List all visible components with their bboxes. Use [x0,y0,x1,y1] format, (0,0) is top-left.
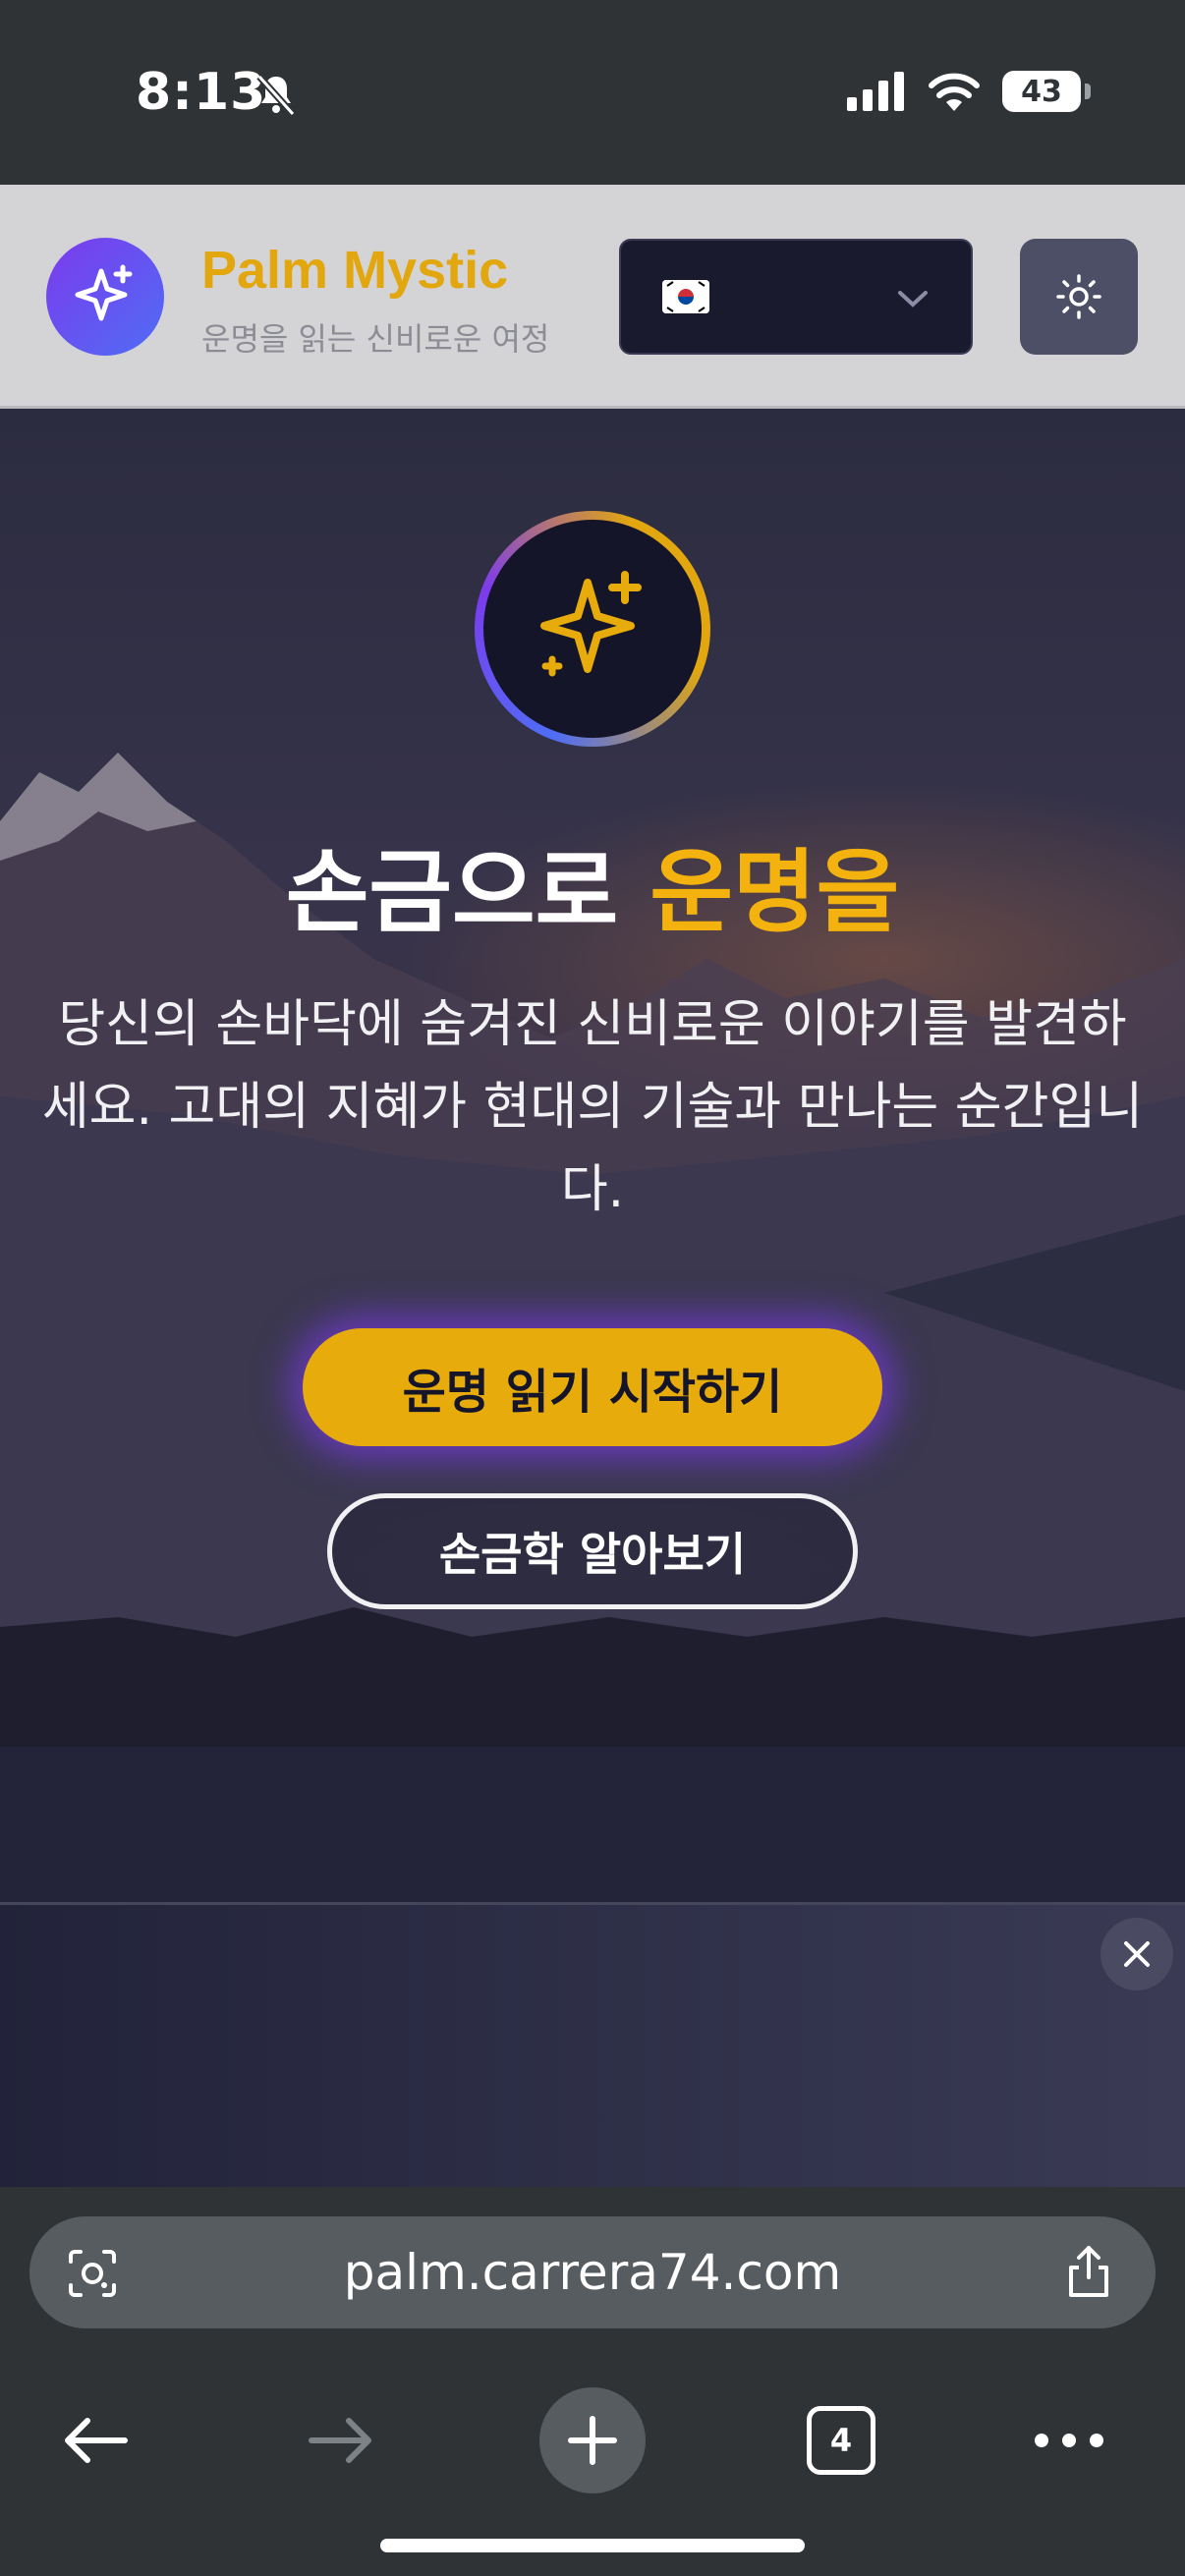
cellular-signal-icon [847,72,904,111]
language-select[interactable] [619,239,973,355]
hero-section: 손금으로 운명을 당신의 손바닥에 숨겨진 신비로운 이야기를 발견하세요. 고… [0,409,1185,1747]
learn-palmistry-button[interactable]: 손금학 알아보기 [327,1493,858,1609]
tabs-count-icon: 4 [807,2406,875,2475]
forward-button[interactable] [283,2381,401,2499]
battery-indicator: 43 [1002,71,1091,112]
browser-nav-row: 4 [0,2381,1185,2499]
back-button[interactable] [35,2381,153,2499]
browser-toolbar: palm.carrera74.com 4 [0,2187,1185,2576]
silent-bell-icon [256,74,296,117]
hero-description: 당신의 손바닥에 숨겨진 신비로운 이야기를 발견하세요. 고대의 지혜가 현대… [41,995,1144,1219]
hero-title-accent: 운명을 [649,840,900,945]
url-text: palm.carrera74.com [343,2244,842,2301]
more-dots-icon [1035,2434,1103,2447]
tab-count: 4 [829,2422,853,2459]
close-icon [1124,1941,1150,1967]
status-time: 8:13 [136,63,267,122]
chevron-down-icon [898,291,928,308]
arrow-right-icon [309,2418,371,2463]
hero-sparkle-icon [475,511,710,747]
home-indicator [380,2539,805,2552]
tabs-button[interactable]: 4 [782,2381,900,2499]
hero-title: 손금으로 운명을 [0,819,1185,950]
status-bar: 8:13 43 [0,0,1185,185]
share-icon[interactable] [1061,2242,1116,2301]
korea-flag-icon [662,280,709,313]
wifi-icon [929,73,980,111]
brand-name[interactable]: Palm Mystic [201,240,508,301]
ad-banner [0,1902,1185,2187]
sun-icon [1056,274,1101,319]
plus-icon [568,2416,617,2465]
new-tab-button[interactable] [534,2381,651,2499]
hero-title-main: 손금으로 [285,840,650,945]
close-ad-button[interactable] [1100,1918,1173,1990]
brand-tagline: 운명을 읽는 신비로운 여정 [201,320,550,358]
theme-toggle-button[interactable] [1020,239,1138,355]
site-header: Palm Mystic 운명을 읽는 신비로운 여정 [0,185,1185,409]
address-bar[interactable]: palm.carrera74.com [29,2216,1156,2328]
more-menu-button[interactable] [1010,2381,1128,2499]
arrow-left-icon [65,2418,128,2463]
start-reading-button[interactable]: 운명 읽기 시작하기 [303,1328,882,1446]
logo-sparkle-icon[interactable] [46,238,164,356]
next-section [0,1747,1185,1904]
